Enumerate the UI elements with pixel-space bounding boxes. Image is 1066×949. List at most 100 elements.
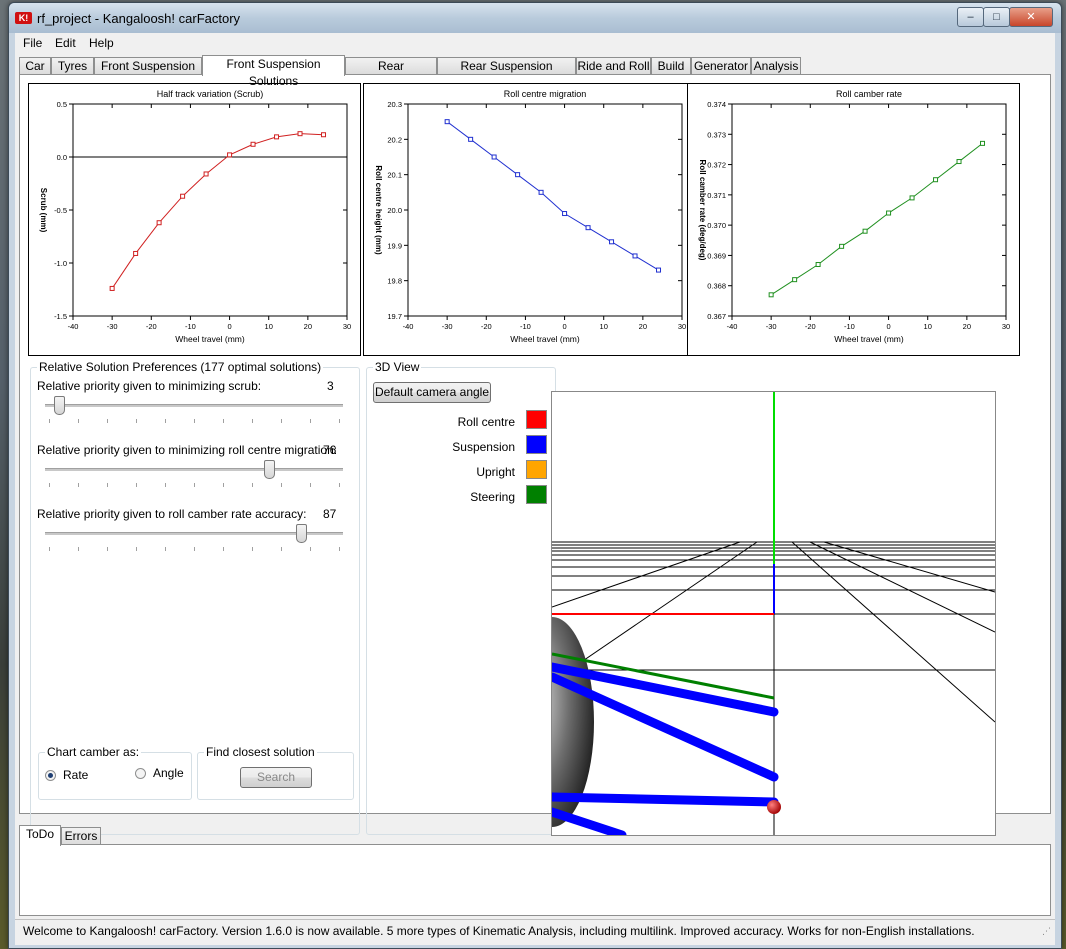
tab-front-suspension-solutions[interactable]: Front Suspension Solutions — [202, 55, 345, 88]
x-axis-label: Wheel travel (mm) — [510, 334, 580, 344]
y-tick-label: 19.9 — [387, 241, 402, 250]
slider-tick — [78, 547, 79, 551]
rate-radio-label[interactable]: Rate — [63, 768, 88, 782]
x-tick-label: -20 — [481, 322, 492, 331]
data-point — [515, 172, 521, 178]
view3d-group: 3D View Default camera angle Roll centre… — [366, 360, 556, 835]
todo-panel — [19, 844, 1051, 916]
tab-rear-suspension-solutions[interactable]: Rear Suspension Solutions — [437, 57, 576, 90]
data-point — [297, 131, 303, 137]
data-point — [768, 292, 774, 298]
slider-tick — [310, 547, 311, 551]
tab-todo[interactable]: ToDo — [19, 825, 61, 846]
scrub-priority-label: Relative priority given to minimizing sc… — [37, 379, 262, 393]
legend-upright-label: Upright — [476, 465, 515, 479]
maximize-button[interactable]: □ — [983, 7, 1010, 27]
x-tick-label: -40 — [403, 322, 414, 331]
y-tick-label: 0.370 — [707, 221, 726, 230]
plot-frame — [407, 103, 683, 317]
slider-track[interactable] — [45, 468, 343, 471]
x-axis-label: Wheel travel (mm) — [834, 334, 904, 344]
slider-tick — [194, 483, 195, 487]
resize-grip-icon[interactable]: ⋰ — [1042, 926, 1051, 937]
title-bar[interactable]: K! rf_project - Kangaloosh! carFactory –… — [9, 3, 1061, 33]
rate-radio[interactable] — [45, 770, 56, 781]
scrub-chart-svg: Half track variation (Scrub) -40 -30 -20 -10… — [39, 89, 351, 344]
roll-camber-priority-slider[interactable] — [45, 524, 345, 554]
minimize-button[interactable]: – — [957, 7, 984, 27]
data-point — [585, 225, 591, 231]
status-text: Welcome to Kangaloosh! carFactory. Versi… — [23, 924, 975, 938]
view3d-scene — [552, 392, 995, 835]
x-tick-label: 0 — [562, 322, 566, 331]
tab-tyres[interactable]: Tyres — [51, 57, 94, 74]
legend-steering-swatch — [526, 485, 547, 504]
slider-tick — [194, 419, 195, 423]
y-tick-label: 20.0 — [387, 206, 402, 215]
slider-tick — [339, 419, 340, 423]
slider-tick — [281, 419, 282, 423]
menu-file[interactable]: File — [23, 36, 42, 50]
x-tick-label: 10 — [600, 322, 608, 331]
x-tick-label: -30 — [107, 322, 118, 331]
y-tick-label: 20.3 — [387, 100, 402, 109]
x-tick-label: -30 — [442, 322, 453, 331]
preferences-group: Relative Solution Preferences (177 optim… — [30, 360, 360, 835]
tab-car[interactable]: Car — [19, 57, 51, 74]
slider-tick — [49, 419, 50, 423]
view3d-viewport[interactable] — [551, 391, 996, 836]
slider-tick — [136, 547, 137, 551]
slider-tick — [339, 547, 340, 551]
slider-tick — [223, 483, 224, 487]
x-tick-label: 20 — [639, 322, 647, 331]
y-tick-label: 20.1 — [387, 171, 402, 180]
data-point — [792, 277, 798, 283]
tab-analysis[interactable]: Analysis — [751, 57, 801, 74]
menu-help[interactable]: Help — [89, 36, 114, 50]
scrub-priority-slider[interactable] — [45, 396, 345, 426]
roll-centre-chart-svg: Roll centre migration -40 -30 -20 -10 0 10 20 30… — [374, 89, 686, 344]
slider-tick — [49, 547, 50, 551]
x-tick-label: 10 — [924, 322, 932, 331]
chart-camber-title: Chart camber as: — [45, 745, 142, 759]
slider-thumb[interactable] — [53, 396, 65, 415]
data-point — [227, 152, 233, 158]
slider-thumb[interactable] — [263, 460, 275, 479]
slider-tick — [165, 547, 166, 551]
tab-generator[interactable]: Generator — [691, 57, 751, 74]
x-tick-label: 0 — [227, 322, 231, 331]
default-camera-button[interactable]: Default camera angle — [373, 382, 491, 403]
tab-rear-suspension[interactable]: Rear Suspension — [345, 57, 437, 90]
tab-build[interactable]: Build — [651, 57, 691, 74]
close-button[interactable]: ✕ — [1009, 7, 1053, 27]
angle-radio-label[interactable]: Angle — [153, 766, 184, 780]
y-tick-label: 0.0 — [57, 153, 67, 162]
search-button[interactable]: Search — [240, 767, 312, 788]
roll-centre-priority-slider[interactable] — [45, 460, 345, 490]
data-point — [909, 195, 915, 201]
tab-ride-and-roll[interactable]: Ride and Roll — [576, 57, 651, 74]
tab-front-suspension[interactable]: Front Suspension — [94, 57, 202, 74]
roll-centre-marker — [767, 800, 781, 814]
x-tick-label: -40 — [68, 322, 79, 331]
slider-tick — [107, 483, 108, 487]
slider-track[interactable] — [45, 404, 343, 407]
x-tick-label: 30 — [343, 322, 351, 331]
data-point — [886, 210, 892, 216]
roll-camber-priority-label: Relative priority given to roll camber r… — [37, 507, 307, 521]
data-point — [609, 239, 615, 245]
y-tick-label: -1.5 — [54, 312, 67, 321]
menu-edit[interactable]: Edit — [55, 36, 76, 50]
y-tick-label: -1.0 — [54, 259, 67, 268]
front-suspension-solutions-panel: Half track variation (Scrub) -40 -30 -20 -10… — [19, 74, 1051, 836]
data-point — [250, 141, 256, 147]
slider-thumb[interactable] — [295, 524, 307, 543]
tab-errors[interactable]: Errors — [61, 827, 101, 844]
find-closest-group: Find closest solution Search — [197, 745, 354, 800]
x-tick-label: 0 — [886, 322, 890, 331]
slider-tick — [252, 547, 253, 551]
angle-radio[interactable] — [135, 768, 146, 779]
y-tick-label: 19.7 — [387, 312, 402, 321]
y-tick-label: 19.8 — [387, 277, 402, 286]
legend-upright-swatch — [526, 460, 547, 479]
